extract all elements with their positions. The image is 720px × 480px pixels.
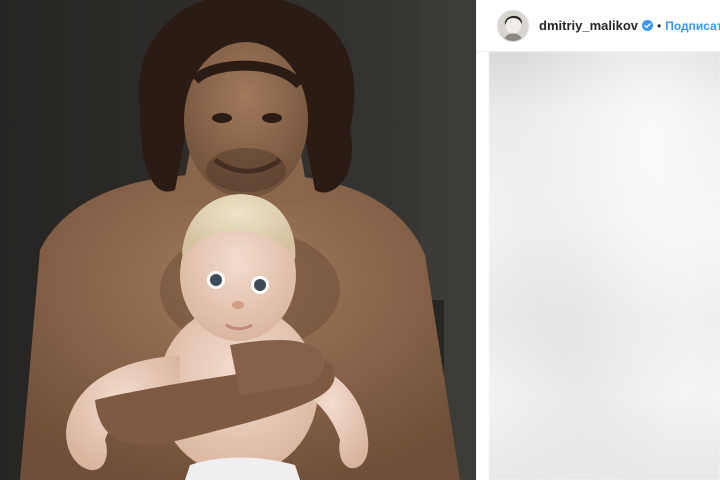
verified-badge-icon xyxy=(642,20,653,31)
photo-illustration xyxy=(0,0,476,480)
post-photo[interactable] xyxy=(0,0,476,480)
instagram-post: dmitriy_malikov • Подписаться xyxy=(0,0,720,480)
post-info-panel: dmitriy_malikov • Подписаться xyxy=(476,0,720,480)
avatar-image xyxy=(498,10,528,41)
follow-button[interactable]: Подписаться xyxy=(665,19,720,33)
separator-dot: • xyxy=(657,18,662,33)
username[interactable]: dmitriy_malikov xyxy=(539,18,638,33)
comments-area-blurred xyxy=(489,52,720,480)
post-header: dmitriy_malikov • Подписаться xyxy=(477,0,720,52)
profile-avatar[interactable] xyxy=(497,9,529,42)
